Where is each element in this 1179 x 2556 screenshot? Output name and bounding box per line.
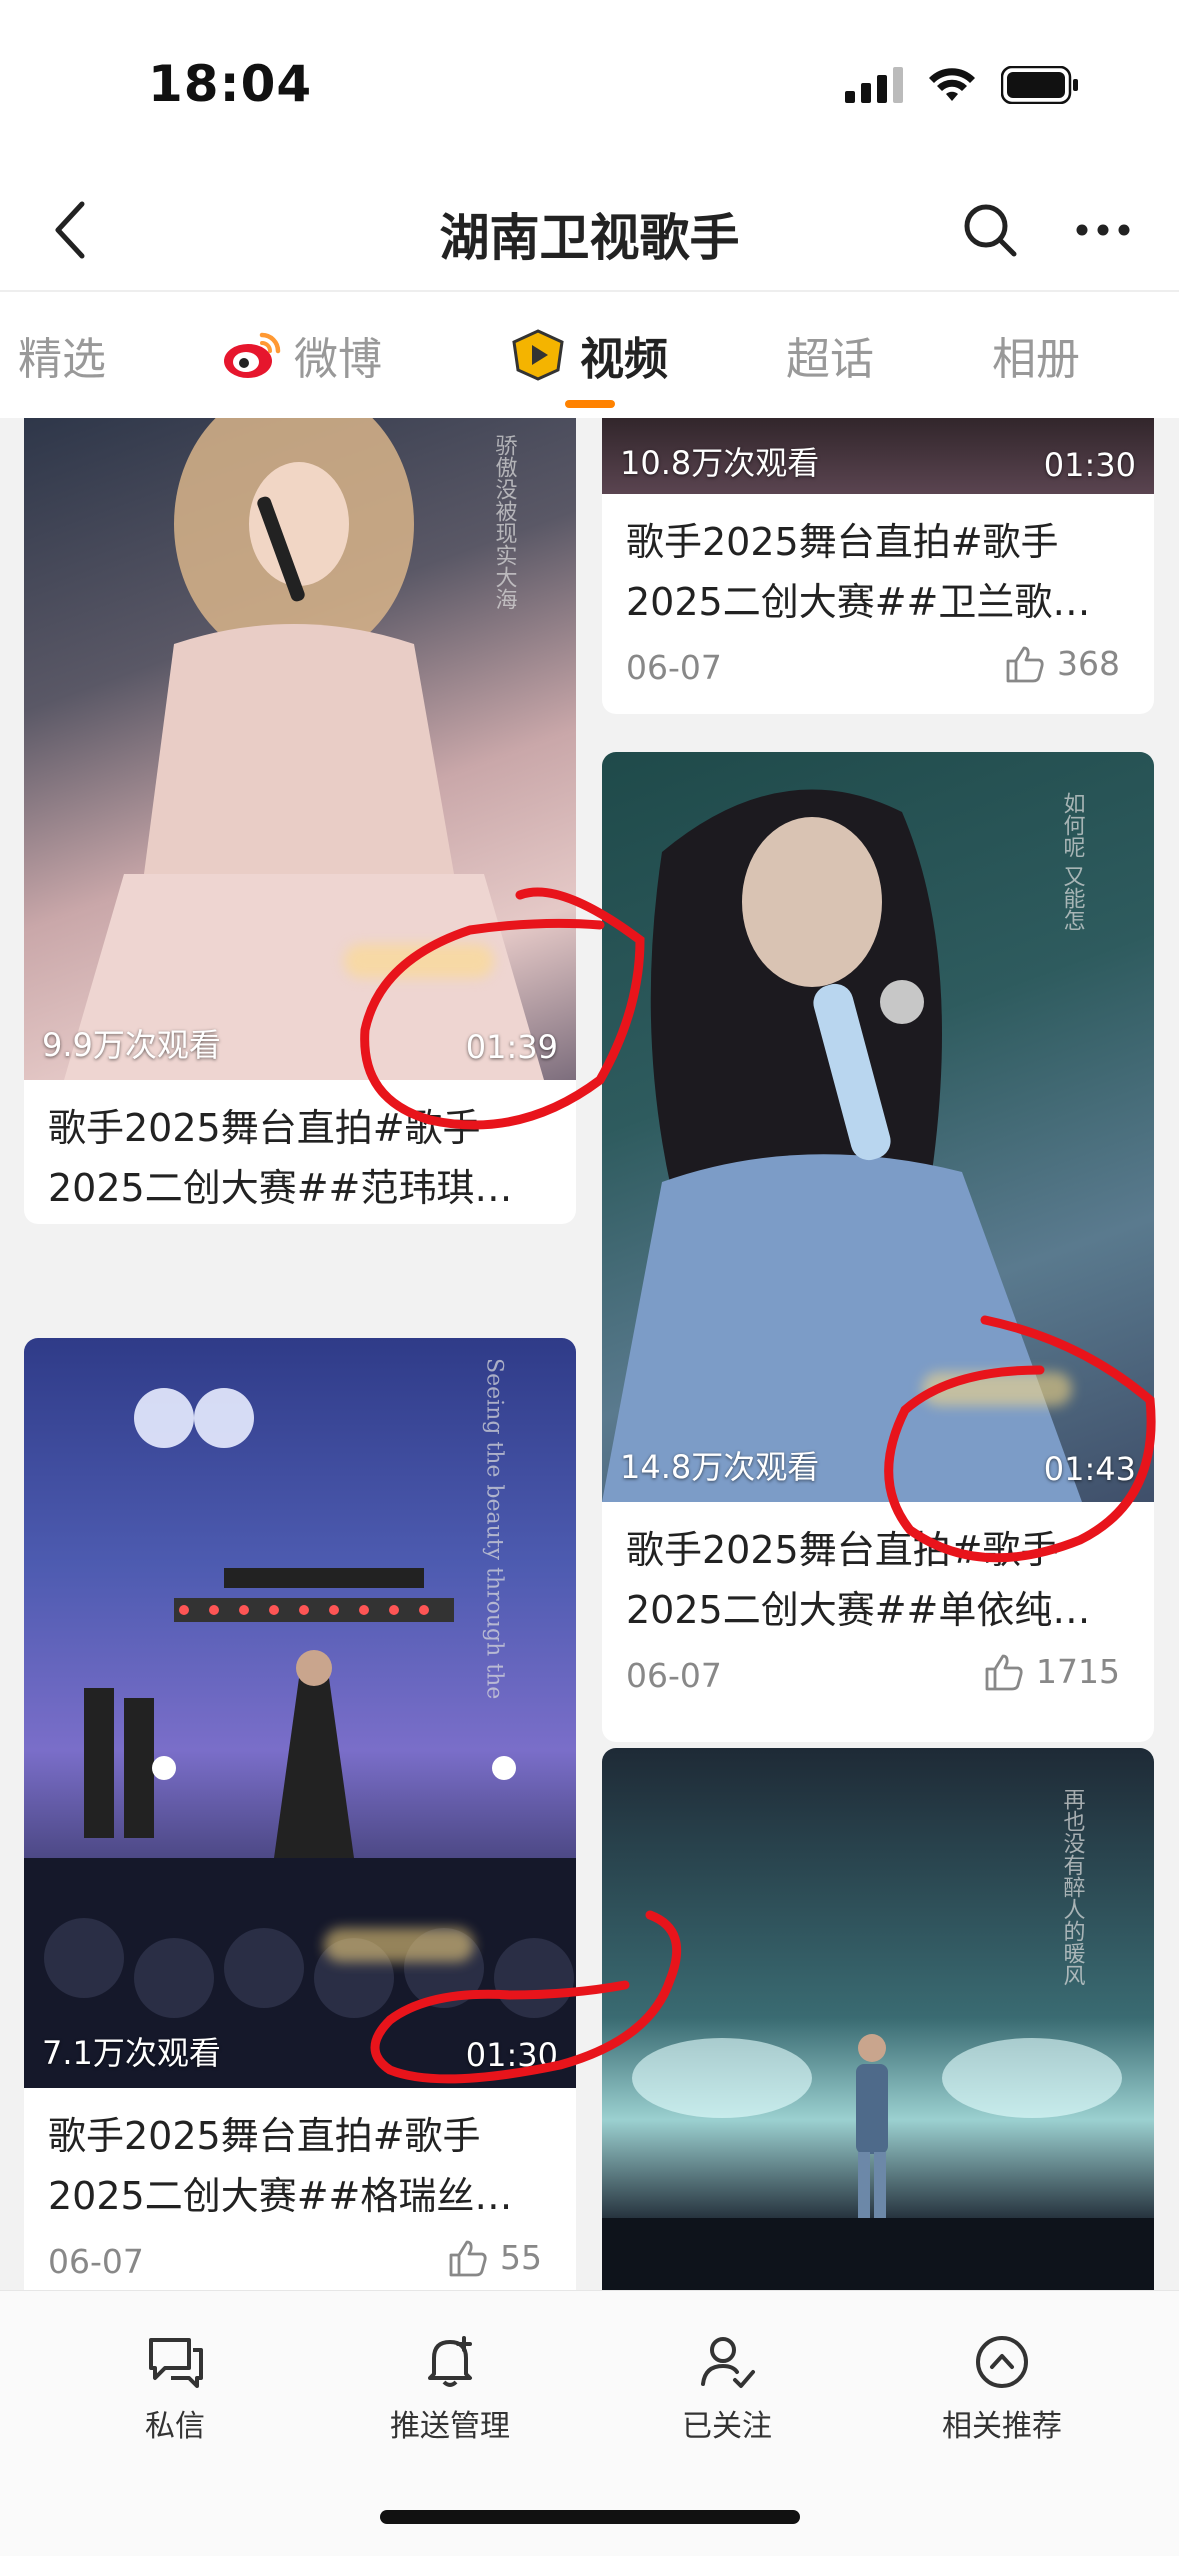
bottom-item-related[interactable]: 相关推荐 bbox=[892, 2329, 1112, 2445]
title-line: 歌手2025舞台直拍#歌手 bbox=[48, 2114, 481, 2158]
tab-album[interactable]: 相册 bbox=[992, 320, 1080, 390]
video-title[interactable]: 歌手2025舞台直拍#歌手 2025二创大赛##单依纯… bbox=[602, 1502, 1154, 1640]
video-title[interactable]: 歌手2025舞台直拍#歌手 2025二创大赛##格瑞丝… bbox=[24, 2088, 576, 2226]
video-card[interactable]: 10.8万次观看 01:30 歌手2025舞台直拍#歌手 2025二创大赛##卫… bbox=[602, 418, 1154, 714]
title-line: 歌手2025舞台直拍#歌手 bbox=[48, 1106, 481, 1150]
video-thumbnail[interactable]: 10.8万次观看 01:30 bbox=[602, 418, 1154, 494]
video-title[interactable]: 歌手2025舞台直拍#歌手 2025二创大赛##范玮琪… bbox=[24, 1080, 576, 1218]
view-count: 14.8万次观看 bbox=[620, 1448, 820, 1486]
tab-label: 超话 bbox=[786, 334, 874, 385]
tab-label: 视频 bbox=[580, 334, 668, 385]
svg-text:如何呢 又能怎: 如何呢 又能怎 bbox=[1060, 792, 1086, 931]
bottom-item-label: 推送管理 bbox=[390, 2409, 510, 2444]
card-meta: 06-07 368 bbox=[602, 632, 1154, 714]
bottom-item-push-settings[interactable]: 推送管理 bbox=[340, 2329, 560, 2445]
svg-text:Seeing the beauty through the: Seeing the beauty through the bbox=[482, 1358, 507, 1699]
title-line: 2025二创大赛##范玮琪… bbox=[48, 1166, 513, 1210]
stage-scene: 再也没有醉人的暖风 bbox=[602, 1788, 1154, 2290]
user-check-icon bbox=[701, 2337, 755, 2388]
active-tab-indicator bbox=[565, 400, 615, 408]
blurred-watermark bbox=[324, 1928, 474, 1962]
video-card[interactable]: Seeing the beauty through the 7.1万次观看 01… bbox=[24, 1338, 576, 2290]
home-indicator[interactable] bbox=[380, 2510, 800, 2524]
view-count: 9.9万次观看 bbox=[42, 1026, 221, 1064]
wifi-icon bbox=[929, 68, 975, 101]
title-line: 2025二创大赛##单依纯… bbox=[626, 1588, 1091, 1632]
tab-super-topic[interactable]: 超话 bbox=[786, 320, 874, 390]
card-meta: 06-07 55 bbox=[24, 2226, 576, 2290]
like-count: 55 bbox=[500, 2238, 542, 2277]
tab-label: 相册 bbox=[992, 334, 1080, 385]
like-button[interactable]: 368 bbox=[1005, 644, 1120, 683]
title-line: 歌手2025舞台直拍#歌手 bbox=[626, 1528, 1059, 1572]
bell-plus-icon bbox=[428, 2336, 472, 2387]
like-button[interactable]: 1715 bbox=[984, 1652, 1120, 1691]
video-card[interactable]: 再也没有醉人的暖风 bbox=[602, 1748, 1154, 2290]
search-button[interactable] bbox=[950, 190, 1030, 270]
tab-video[interactable]: 视频 bbox=[508, 320, 668, 390]
blurred-watermark bbox=[922, 1372, 1072, 1406]
bottom-item-label: 已关注 bbox=[682, 2409, 772, 2444]
header: 湖南卫视歌手 bbox=[0, 170, 1179, 290]
tab-featured[interactable]: 精选 bbox=[18, 320, 106, 390]
video-card[interactable]: 骄傲没被现实大海 9.9万次观看 01:39 歌手2025舞台直拍#歌手 202… bbox=[24, 418, 576, 1224]
weibo-logo-icon bbox=[222, 327, 282, 383]
video-thumbnail[interactable]: Seeing the beauty through the 7.1万次观看 01… bbox=[24, 1338, 576, 2088]
title-line: 2025二创大赛##格瑞丝… bbox=[48, 2174, 513, 2218]
thumbs-up-icon bbox=[449, 2240, 487, 2276]
tab-weibo[interactable]: 微博 bbox=[222, 320, 382, 390]
thumbs-up-icon bbox=[1006, 646, 1044, 682]
stage-scene: Seeing the beauty through the bbox=[24, 1358, 576, 2088]
video-card[interactable]: 如何呢 又能怎 14.8万次观看 01:43 歌手2025舞台直拍#歌手 202… bbox=[602, 752, 1154, 1742]
bottom-item-messages[interactable]: 私信 bbox=[65, 2329, 285, 2445]
video-title[interactable]: 歌手2025舞台直拍#歌手 2025二创大赛##卫兰歌… bbox=[602, 494, 1154, 632]
bottom-item-following[interactable]: 已关注 bbox=[617, 2329, 837, 2445]
status-icons bbox=[845, 66, 1079, 104]
video-duration: 01:30 bbox=[1043, 446, 1136, 484]
thumbs-up-icon bbox=[985, 1654, 1023, 1690]
tab-label: 精选 bbox=[18, 334, 106, 385]
video-duration: 01:43 bbox=[1043, 1450, 1136, 1488]
message-icon bbox=[149, 2338, 203, 2388]
signal-icon bbox=[845, 67, 903, 103]
card-meta: 06-07 120 bbox=[24, 1218, 576, 1224]
tab-bar: 精选 微博 视频 超话 相册 bbox=[0, 290, 1179, 418]
video-thumbnail[interactable]: 再也没有醉人的暖风 bbox=[602, 1748, 1154, 2290]
like-count: 368 bbox=[1057, 644, 1120, 683]
video-duration: 01:39 bbox=[465, 1028, 558, 1066]
svg-text:骄傲没被现实大海: 骄傲没被现实大海 bbox=[492, 434, 518, 610]
status-time: 18:04 bbox=[148, 55, 313, 113]
like-button[interactable]: 55 bbox=[448, 2238, 542, 2277]
view-count: 7.1万次观看 bbox=[42, 2034, 221, 2072]
title-line: 歌手2025舞台直拍#歌手 bbox=[626, 520, 1059, 564]
tab-label: 微博 bbox=[294, 334, 382, 385]
bottom-item-label: 相关推荐 bbox=[942, 2409, 1062, 2444]
svg-text:再也没有醉人的暖风: 再也没有醉人的暖风 bbox=[1060, 1788, 1086, 1986]
video-feed[interactable]: 骄傲没被现实大海 9.9万次观看 01:39 歌手2025舞台直拍#歌手 202… bbox=[0, 418, 1179, 2290]
performer-figure: 骄傲没被现实大海 bbox=[64, 418, 544, 1080]
post-date: 06-07 bbox=[626, 1656, 722, 1695]
video-play-icon bbox=[508, 327, 568, 383]
post-date: 06-07 bbox=[626, 648, 722, 687]
battery-icon bbox=[1001, 66, 1078, 104]
bottom-item-label: 私信 bbox=[145, 2409, 205, 2444]
view-count: 10.8万次观看 bbox=[620, 444, 820, 482]
search-icon bbox=[964, 204, 1017, 257]
more-button[interactable] bbox=[1063, 190, 1143, 270]
video-duration: 01:30 bbox=[465, 2036, 558, 2074]
card-meta: 06-07 1715 bbox=[602, 1640, 1154, 1722]
chevron-up-circle-icon bbox=[976, 2336, 1028, 2388]
title-line: 2025二创大赛##卫兰歌… bbox=[626, 580, 1091, 624]
video-thumbnail[interactable]: 如何呢 又能怎 14.8万次观看 01:43 bbox=[602, 752, 1154, 1502]
post-date: 06-07 bbox=[48, 2242, 144, 2281]
status-bar: 18:04 bbox=[0, 0, 1179, 170]
blurred-watermark bbox=[344, 944, 494, 978]
like-count: 1715 bbox=[1036, 1652, 1120, 1691]
video-thumbnail[interactable]: 骄傲没被现实大海 9.9万次观看 01:39 bbox=[24, 418, 576, 1080]
more-dots-icon bbox=[1076, 224, 1130, 236]
